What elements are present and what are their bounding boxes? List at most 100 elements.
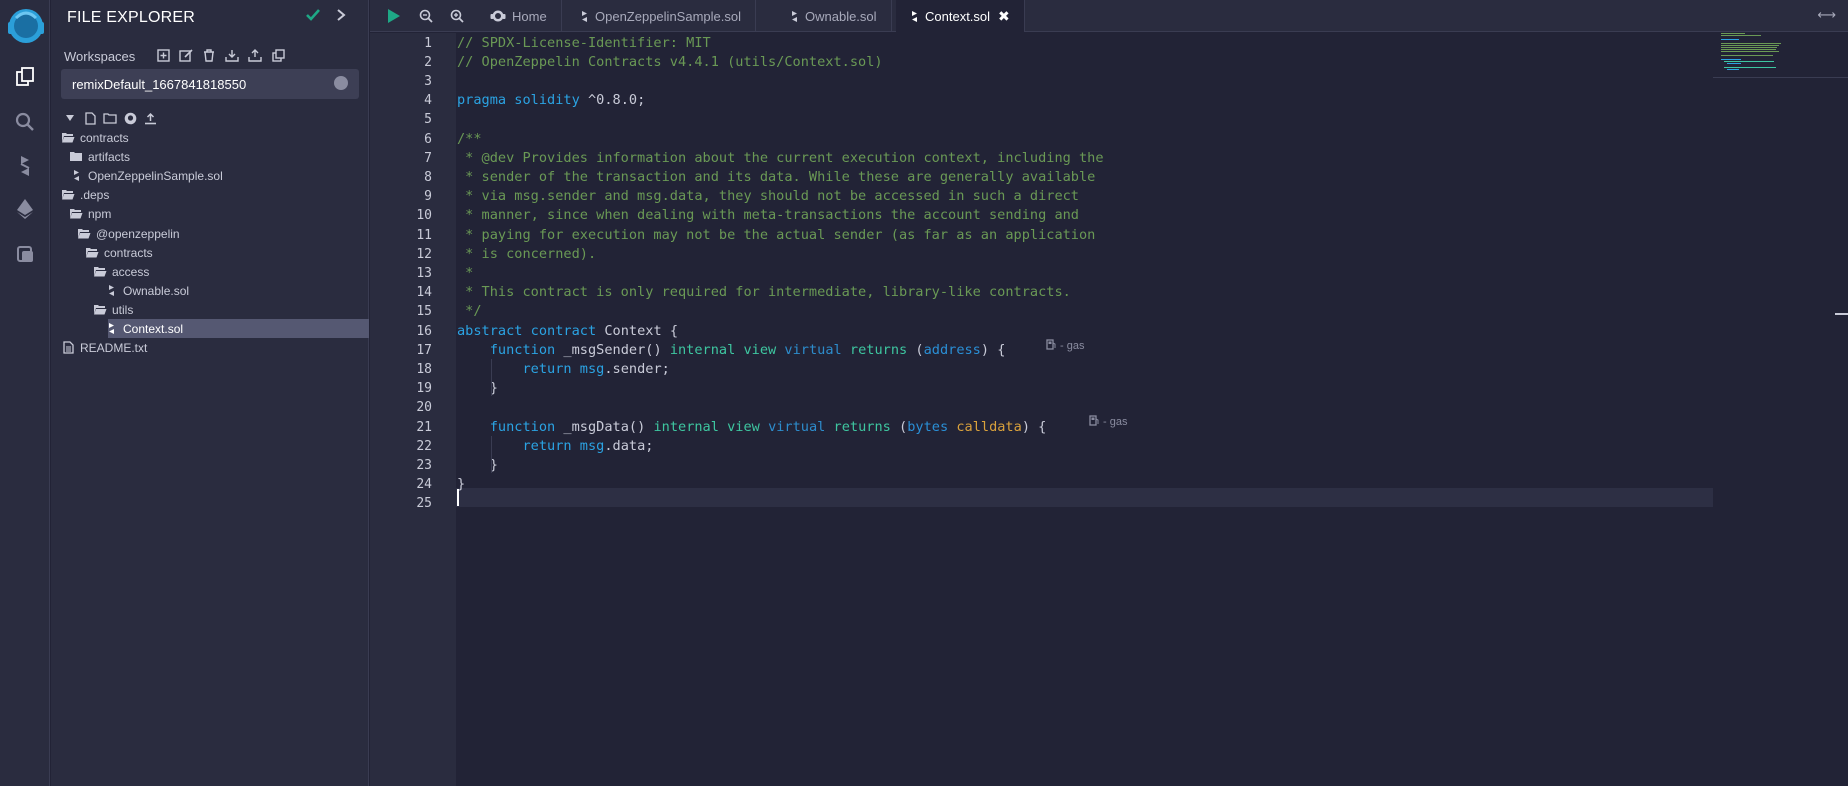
- delete-workspace-icon[interactable]: [200, 47, 218, 63]
- tree-label: contracts: [80, 130, 129, 145]
- file-explorer-icon[interactable]: [12, 64, 38, 90]
- tree-item-access[interactable]: access: [51, 262, 369, 281]
- zoom-in-icon[interactable]: [448, 7, 466, 25]
- workspace-actions: [154, 47, 287, 63]
- caret-down-icon[interactable]: [63, 111, 77, 125]
- file-explorer-panel: FILE EXPLORER Workspaces remixDefault_16…: [51, 0, 369, 786]
- tab-context[interactable]: Context.sol ✖: [896, 0, 1025, 32]
- code-line[interactable]: /**: [457, 130, 482, 149]
- line-number: 13: [416, 265, 432, 281]
- solidity-icon: [580, 10, 589, 23]
- restore-workspace-icon[interactable]: [246, 47, 264, 63]
- code-editor[interactable]: [456, 33, 1713, 786]
- code-line[interactable]: * sender of the transaction and its data…: [457, 168, 1095, 187]
- code-line[interactable]: * manner, since when dealing with meta-t…: [457, 206, 1079, 225]
- tab-label: Ownable.sol: [805, 8, 877, 24]
- tree-item-context[interactable]: Context.sol: [108, 319, 369, 338]
- upload-icon[interactable]: [143, 111, 157, 125]
- tree-item-ownable[interactable]: Ownable.sol: [51, 281, 369, 300]
- tree-item-oz-contracts[interactable]: contracts: [51, 243, 369, 262]
- code-line[interactable]: return msg.sender;: [457, 360, 669, 379]
- minimap-line: [1721, 55, 1773, 56]
- gas-estimate-msgdata: - gas: [1089, 415, 1127, 429]
- line-number: 10: [416, 208, 432, 224]
- workspaces-label: Workspaces: [64, 49, 136, 64]
- tree-item-openzeppelin[interactable]: @openzeppelin: [51, 224, 369, 243]
- folder-open-icon: [93, 266, 107, 278]
- minimap-line: [1721, 45, 1779, 46]
- code-line[interactable]: *: [457, 264, 473, 283]
- indent-guide: [491, 359, 492, 396]
- remix-ide: FILE EXPLORER Workspaces remixDefault_16…: [0, 0, 1848, 786]
- clone-workspace-icon[interactable]: [269, 47, 287, 63]
- folder-open-icon: [61, 132, 75, 144]
- code-line[interactable]: return msg.data;: [457, 437, 653, 456]
- solidity-file-icon: [104, 323, 118, 335]
- github-icon[interactable]: [123, 111, 137, 125]
- tab-openzeppelin-sample[interactable]: OpenZeppelinSample.sol: [566, 0, 756, 32]
- editor-tabs-bar: Home OpenZeppelinSample.sol Ownable.sol …: [370, 0, 1848, 32]
- code-line[interactable]: // SPDX-License-Identifier: MIT: [457, 34, 711, 53]
- zoom-out-icon[interactable]: [417, 7, 435, 25]
- code-line[interactable]: // OpenZeppelin Contracts v4.4.1 (utils/…: [457, 53, 883, 72]
- code-line[interactable]: * via msg.sender and msg.data, they shou…: [457, 187, 1079, 206]
- tree-item-readme[interactable]: README.txt: [51, 338, 369, 357]
- line-number: 22: [416, 438, 432, 454]
- new-folder-icon[interactable]: [103, 111, 117, 125]
- code-line[interactable]: function _msgSender() internal view virt…: [457, 341, 1006, 360]
- plugin-manager-icon[interactable]: [12, 241, 38, 267]
- code-line[interactable]: * is concerned).: [457, 245, 596, 264]
- line-number: 2: [424, 54, 432, 70]
- download-workspace-icon[interactable]: [223, 47, 241, 63]
- code-line[interactable]: * This contract is only required for int…: [457, 283, 1071, 302]
- chevron-right-icon[interactable]: [335, 8, 349, 22]
- tree-item-contracts[interactable]: contracts: [51, 128, 369, 147]
- solidity-compiler-icon[interactable]: [12, 153, 38, 179]
- search-icon[interactable]: [12, 109, 38, 135]
- code-line[interactable]: */: [457, 302, 481, 321]
- new-file-icon[interactable]: [83, 111, 97, 125]
- code-line[interactable]: function _msgData() internal view virtua…: [457, 418, 1047, 437]
- code-line[interactable]: abstract contract Context {: [457, 322, 678, 341]
- line-number: 20: [416, 400, 432, 416]
- current-line-highlight: [456, 488, 1713, 507]
- workspace-select[interactable]: remixDefault_1667841818550: [61, 69, 359, 99]
- verified-check-icon: [304, 6, 324, 26]
- line-number: 11: [416, 227, 432, 243]
- tree-label: npm: [88, 206, 112, 221]
- minimap[interactable]: [1713, 33, 1848, 786]
- tree-item-openzeppelin-sample[interactable]: OpenZeppelinSample.sol: [51, 166, 369, 185]
- minimap-line: [1724, 67, 1776, 68]
- tree-label: contracts: [104, 245, 153, 260]
- minimap-line: [1721, 33, 1745, 34]
- tree-item-deps[interactable]: .deps: [51, 185, 369, 204]
- tree-item-utils[interactable]: utils: [51, 300, 369, 319]
- minimap-line: [1724, 61, 1774, 62]
- code-line[interactable]: * paying for execution may not be the ac…: [457, 226, 1095, 245]
- line-number: 4: [424, 93, 432, 109]
- workspace-select-value: remixDefault_1667841818550: [72, 77, 247, 92]
- tree-label: README.txt: [80, 340, 148, 355]
- tree-label: OpenZeppelinSample.sol: [88, 168, 223, 183]
- deploy-run-icon[interactable]: [12, 196, 38, 222]
- expand-icon[interactable]: ⟷: [1817, 7, 1836, 23]
- solidity-icon: [910, 10, 919, 23]
- create-workspace-icon[interactable]: [154, 47, 172, 63]
- minimap-line: [1721, 43, 1781, 44]
- tree-item-artifacts[interactable]: artifacts: [51, 147, 369, 166]
- remix-logo-icon[interactable]: [4, 4, 48, 48]
- line-number: 5: [424, 112, 432, 128]
- tree-item-npm[interactable]: npm: [51, 204, 369, 223]
- code-line[interactable]: pragma solidity ^0.8.0;: [457, 91, 645, 110]
- minimap-line: [1721, 59, 1741, 60]
- line-number: 6: [424, 131, 432, 147]
- close-tab-icon[interactable]: ✖: [998, 8, 1010, 25]
- scrollbar-marker[interactable]: [1835, 313, 1848, 315]
- gas-pump-icon: [1089, 415, 1099, 429]
- rename-workspace-icon[interactable]: [177, 47, 195, 63]
- code-line[interactable]: * @dev Provides information about the cu…: [457, 149, 1103, 168]
- run-script-icon[interactable]: [385, 7, 403, 25]
- tab-home[interactable]: Home: [476, 0, 562, 32]
- folder-icon: [69, 151, 83, 163]
- tab-ownable[interactable]: Ownable.sol: [776, 0, 892, 32]
